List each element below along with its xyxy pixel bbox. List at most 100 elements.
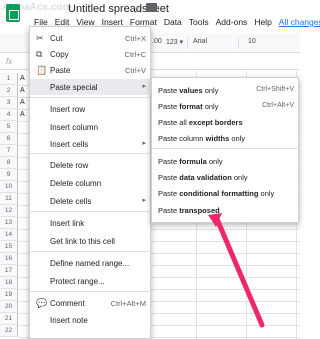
cell-value[interactable]: A [20,87,25,94]
submenu-item-paste-conditional-formatting[interactable]: Paste conditional formatting only [152,185,300,201]
shortcut-hint: Ctrl+Alt+V [262,102,294,109]
menu-item-label: Paste [50,66,71,75]
menu-item-label: Delete column [50,179,102,188]
cell-value[interactable]: A [20,99,25,106]
row-header[interactable]: 13 [0,217,18,229]
menu-item-insert-column[interactable]: Insert column [30,119,152,135]
menu-divider [30,153,152,154]
menu-item-label: Define named range... [50,259,130,268]
row-header[interactable]: 21 [0,313,18,325]
sheets-logo-icon[interactable] [6,4,20,22]
submenu-item-paste-formula[interactable]: Paste formula only [152,153,300,169]
menu-data[interactable]: Data [164,17,182,31]
menu-item-copy[interactable]: ⧉ Copy Ctrl+C [30,46,152,62]
menu-item-label: Comment [50,299,85,308]
shortcut-hint: Ctrl+Alt+M [110,299,146,308]
menu-item-insert-row[interactable]: Insert row [30,101,152,117]
shortcut-hint: Ctrl+C [124,50,146,59]
submenu-item-paste-values[interactable]: Paste values only Ctrl+Shift+V [152,82,300,98]
font-family-dropdown[interactable]: Arial [193,38,207,45]
context-menu: ✂ Cut Ctrl+X ⧉ Copy Ctrl+C 📋 Paste Ctrl+V Paste s… [29,26,152,339]
number-format-dropdown[interactable]: 123 ▾ [166,38,183,46]
chevron-right-icon: ▸ [142,83,146,90]
menu-item-label: Get link to this cell [50,237,115,246]
toolbar-divider [238,37,239,49]
decimal-format-button[interactable]: .00 [152,38,162,45]
cut-icon: ✂ [36,33,44,43]
menu-item-protect-range[interactable]: Protect range... [30,273,152,289]
row-header[interactable]: 10 [0,181,18,193]
menu-item-label: Insert row [50,105,86,114]
submenu-item-label: Paste column widths only [158,134,246,143]
cell-value[interactable]: A [20,111,25,118]
submenu-item-label: Paste data validation only [158,173,248,182]
shortcut-hint: Ctrl+X [124,34,146,43]
menu-divider [30,291,152,292]
menu-item-insert-cells[interactable]: Insert cells ▸ [30,136,152,152]
row-header[interactable]: 6 [0,133,18,145]
row-header[interactable]: 19 [0,289,18,301]
star-icon[interactable]: ☆ [133,3,143,16]
menu-item-label: Insert note [50,316,88,325]
annotation-arrow [208,213,265,328]
submenu-item-paste-data-validation[interactable]: Paste data validation only [152,169,300,185]
menu-item-label: Cut [50,34,63,43]
menu-item-label: Protect range... [50,277,105,286]
row-header[interactable]: 12 [0,205,18,217]
menu-item-insert-link[interactable]: Insert link [30,215,152,231]
row-header[interactable]: 15 [0,241,18,253]
row-header[interactable]: 18 [0,277,18,289]
menu-item-get-link-to-this-cell[interactable]: Get link to this cell [30,233,152,249]
menu-divider [152,148,300,149]
row-header[interactable]: 11 [0,193,18,205]
menu-item-label: Insert cells [50,140,89,149]
menu-divider [30,97,152,98]
row-header[interactable]: 17 [0,265,18,277]
menu-item-label: Copy [50,50,69,59]
row-header[interactable]: 7 [0,145,18,157]
submenu-item-paste-widths[interactable]: Paste column widths only [152,130,300,146]
row-header[interactable]: 20 [0,301,18,313]
all-changes-saved-link[interactable]: All changes sa [279,17,320,31]
submenu-item-label: Paste format only [158,102,219,111]
row-header[interactable]: 16 [0,253,18,265]
menu-item-cut[interactable]: ✂ Cut Ctrl+X [30,30,152,46]
row-header[interactable]: 2 [0,85,18,97]
row-header[interactable]: 3 [0,97,18,109]
menu-item-delete-cells[interactable]: Delete cells ▸ [30,193,152,209]
row-header[interactable]: 4 [0,109,18,121]
menu-item-paste[interactable]: 📋 Paste Ctrl+V [30,62,152,78]
menu-item-insert-note[interactable]: Insert note [30,312,152,328]
row-header[interactable]: 1 [0,73,18,85]
menu-item-label: Paste special [50,83,98,92]
menu-tools[interactable]: Tools [189,17,209,31]
submenu-item-paste-format[interactable]: Paste format only Ctrl+Alt+V [152,98,300,114]
row-header[interactable]: 8 [0,157,18,169]
paste-icon: 📋 [36,65,48,75]
row-header[interactable]: 22 [0,325,18,337]
row-header[interactable]: 14 [0,229,18,241]
menu-item-label: Delete cells [50,197,92,206]
menu-item-label: Insert link [50,219,85,228]
menu-help[interactable]: Help [254,17,271,31]
submenu-item-label: Paste formula only [158,157,223,166]
folder-icon[interactable] [146,3,157,12]
menu-item-delete-row[interactable]: Delete row [30,157,152,173]
comment-icon: 💬 [36,298,48,308]
row-header[interactable]: 9 [0,169,18,181]
font-size-dropdown[interactable]: 10 [248,38,256,45]
menu-item-label: Delete row [50,161,89,170]
toolbar-divider [187,37,188,49]
chevron-right-icon: ▸ [142,197,146,204]
menu-addons[interactable]: Add-ons [216,17,248,31]
menu-item-comment[interactable]: 💬 Comment Ctrl+Alt+M [30,295,152,311]
menu-item-delete-column[interactable]: Delete column [30,175,152,191]
cell-value[interactable]: A [20,75,25,82]
menu-divider [30,251,152,252]
row-header[interactable]: 5 [0,121,18,133]
submenu-item-paste-except-borders[interactable]: Paste all except borders [152,114,300,130]
menu-item-define-named-range[interactable]: Define named range... [30,255,152,271]
menu-item-paste-special[interactable]: Paste special ▸ [30,79,152,95]
menu-item-label: Insert column [50,123,99,132]
submenu-item-label: Paste values only [158,86,219,95]
